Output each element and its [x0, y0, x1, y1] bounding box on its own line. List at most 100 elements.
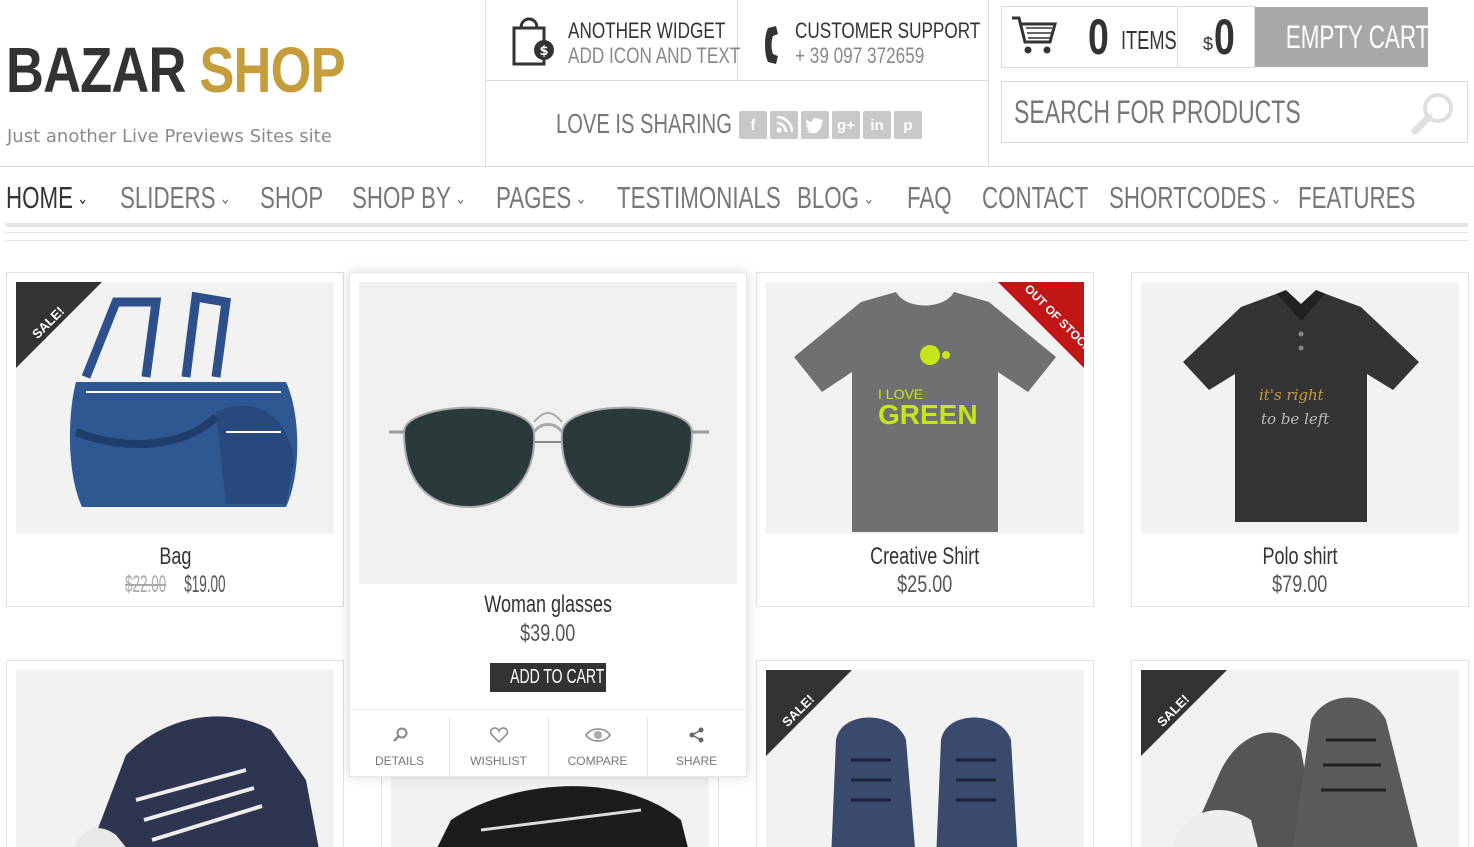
- divider: [485, 80, 988, 81]
- product-card-bag[interactable]: SALE! Bag $22.00 $19.00: [6, 272, 344, 607]
- nav-item-contact[interactable]: CONTACT: [982, 180, 1088, 216]
- eye-icon: [548, 727, 647, 748]
- wishlist-label: WISHLIST: [470, 754, 527, 768]
- add-to-cart-button[interactable]: ADD TO CART: [490, 663, 606, 692]
- nav-label: SHORTCODES: [1109, 180, 1267, 215]
- empty-cart-button[interactable]: EMPTY CART: [1255, 7, 1430, 67]
- empty-cart-label: EMPTY CART: [1285, 18, 1430, 55]
- share-button[interactable]: SHARE: [647, 713, 746, 773]
- chevron-down-icon: ⌄: [1270, 188, 1282, 208]
- nav-item-shop-by[interactable]: SHOP BY ⌄: [352, 180, 466, 216]
- price-text: $79.00: [1272, 571, 1328, 598]
- shirt-print-line2: GREEN: [878, 399, 978, 430]
- nav-item-sliders[interactable]: SLIDERS ⌄: [120, 180, 231, 216]
- nav-underline: [6, 223, 1468, 227]
- google-plus-icon[interactable]: g+: [832, 111, 860, 139]
- pinterest-icon[interactable]: p: [894, 111, 922, 139]
- nav-label: TESTIMONIALS: [617, 180, 781, 215]
- widget-title: CUSTOMER SUPPORT: [795, 18, 981, 43]
- product-price: $39.00: [350, 620, 746, 648]
- nav-label: BLOG: [797, 180, 860, 215]
- phone-icon: [762, 24, 784, 71]
- search-input[interactable]: [1014, 92, 1389, 132]
- product-card-polo-shirt[interactable]: it's right to be left Polo shirt $79.00: [1131, 272, 1469, 607]
- shopping-bag-icon: $: [508, 12, 556, 73]
- widget-support: CUSTOMER SUPPORT + 39 097 372659: [795, 18, 1033, 68]
- chevron-down-icon: ⌄: [575, 188, 587, 208]
- product-card[interactable]: SALE!: [1131, 660, 1469, 847]
- product-name[interactable]: Woman glasses: [350, 591, 746, 619]
- divider: [350, 709, 746, 710]
- svg-text:$: $: [539, 44, 548, 59]
- product-image[interactable]: [16, 670, 334, 847]
- cart-count: 0: [1088, 9, 1109, 65]
- add-to-cart-label: ADD TO CART: [510, 666, 605, 688]
- sharing-label: LOVE IS SHARING: [556, 108, 732, 139]
- chevron-down-icon: ⌄: [219, 188, 231, 208]
- nav-underline: [6, 232, 1468, 233]
- logo-text-part2: SHOP: [199, 34, 345, 106]
- share-icon: [647, 727, 746, 748]
- main-navigation: HOME ⌄ SLIDERS ⌄ SHOP SHOP BY ⌄ PAGES ⌄ TEST…: [0, 166, 1474, 226]
- product-name[interactable]: Polo shirt: [1132, 543, 1468, 571]
- nav-label: SHOP: [260, 180, 324, 215]
- price-text: $25.00: [897, 571, 953, 598]
- nav-item-features[interactable]: FEATURES: [1298, 180, 1415, 216]
- widget-phone[interactable]: + 39 097 372659: [795, 43, 980, 68]
- nav-label: FEATURES: [1298, 180, 1416, 215]
- sale-badge: [16, 282, 102, 368]
- old-price: $22.00: [124, 571, 166, 598]
- product-price: $79.00: [1132, 571, 1468, 599]
- nav-label: CONTACT: [982, 180, 1089, 215]
- product-card[interactable]: SALE!: [756, 660, 1094, 847]
- nav-item-shop[interactable]: SHOP: [260, 180, 323, 216]
- cart-currency: $: [1203, 34, 1214, 54]
- search-icon[interactable]: [1410, 90, 1458, 141]
- product-name-text: Creative Shirt: [870, 543, 980, 570]
- product-card-creative-shirt[interactable]: I LOVE GREEN OUT OF STOCK Creative Shirt…: [756, 272, 1096, 607]
- chevron-down-icon: ⌄: [455, 188, 467, 208]
- compare-button[interactable]: COMPARE: [548, 713, 647, 773]
- product-price: $25.00: [757, 571, 1093, 599]
- nav-label: PAGES: [496, 180, 572, 215]
- product-image[interactable]: it's right to be left: [1141, 282, 1459, 534]
- nav-item-shortcodes[interactable]: SHORTCODES ⌄: [1109, 180, 1281, 216]
- shirt-print-line1: it's right: [1259, 386, 1325, 404]
- product-card-woman-glasses[interactable]: Woman glasses $39.00 ADD TO CART DETAILS…: [349, 272, 747, 777]
- nav-label: SLIDERS: [120, 180, 216, 215]
- nav-item-home[interactable]: HOME ⌄: [6, 180, 88, 216]
- shirt-print-line2: to be left: [1261, 410, 1330, 428]
- cart-total: 0: [1214, 9, 1235, 65]
- cart-icon: [1010, 14, 1058, 63]
- product-name[interactable]: Bag: [7, 543, 343, 571]
- product-name[interactable]: Creative Shirt: [757, 543, 1093, 571]
- widget-subtitle: ADD ICON AND TEXT: [568, 43, 741, 68]
- nav-label: HOME: [6, 180, 73, 215]
- rss-icon[interactable]: [770, 111, 798, 139]
- details-button[interactable]: DETAILS: [350, 713, 449, 773]
- wishlist-button[interactable]: WISHLIST: [449, 713, 548, 773]
- nav-item-testimonials[interactable]: TESTIMONIALS: [617, 180, 781, 216]
- sale-price: $19.00: [184, 571, 226, 598]
- facebook-icon[interactable]: f: [739, 111, 767, 139]
- nav-item-blog[interactable]: BLOG ⌄: [797, 180, 874, 216]
- magnifier-icon: [350, 727, 449, 748]
- nav-label: FAQ: [907, 180, 952, 215]
- nav-label: SHOP BY: [352, 180, 451, 215]
- product-image[interactable]: [359, 282, 737, 584]
- compare-label: COMPARE: [567, 754, 628, 768]
- product-card[interactable]: [6, 660, 344, 847]
- twitter-icon[interactable]: [801, 111, 829, 139]
- cart-items-label: ITEMS: [1121, 25, 1177, 55]
- widget-title: ANOTHER WIDGET: [568, 18, 726, 43]
- sale-badge: [1141, 670, 1227, 756]
- nav-item-faq[interactable]: FAQ: [907, 180, 952, 216]
- linkedin-icon[interactable]: in: [863, 111, 891, 139]
- nav-item-pages[interactable]: PAGES ⌄: [496, 180, 586, 216]
- nav-underline: [6, 240, 1468, 241]
- logo-text-part1: BAZAR: [6, 34, 186, 106]
- site-logo[interactable]: BAZAR SHOP: [6, 38, 346, 102]
- sale-badge: [766, 670, 852, 756]
- chevron-down-icon: ⌄: [863, 188, 875, 208]
- divider: [485, 0, 486, 167]
